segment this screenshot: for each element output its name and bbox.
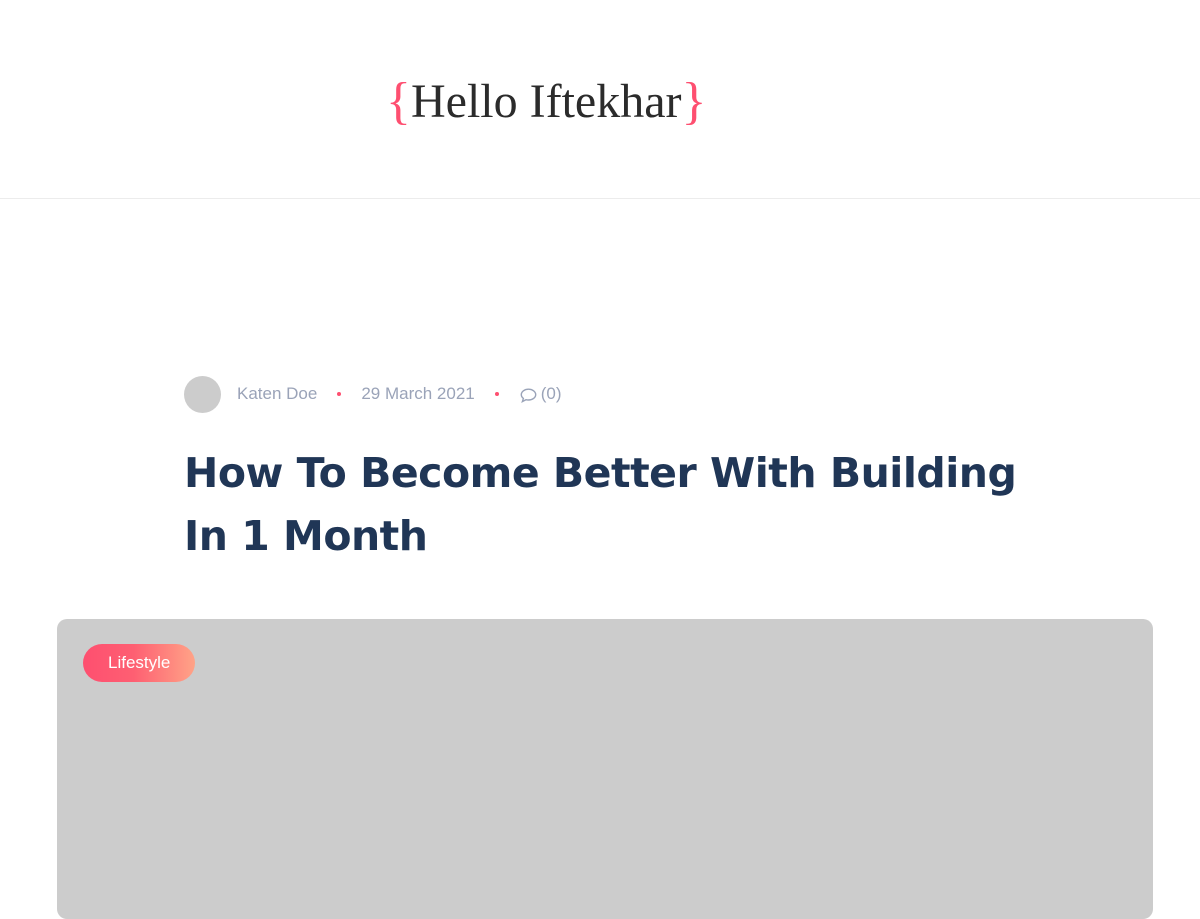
site-logo[interactable]: { Hello Iftekhar } <box>386 70 706 134</box>
logo-close-brace: } <box>681 73 707 130</box>
category-badge[interactable]: Lifestyle <box>83 644 196 682</box>
author-link[interactable]: Katen Doe <box>237 384 317 404</box>
post-title: How To Become Better With Building In 1 … <box>184 449 1017 560</box>
speech-bubble-icon <box>520 387 537 403</box>
meta-separator <box>337 392 342 396</box>
meta-separator <box>494 392 499 396</box>
comments-count: (0) <box>540 384 562 403</box>
site-header: { Hello Iftekhar } <box>0 0 1200 199</box>
logo-text: Hello Iftekhar <box>410 75 682 128</box>
logo-open-brace: { <box>386 73 411 130</box>
author-avatar[interactable] <box>184 375 221 413</box>
comments-link[interactable]: (0) <box>519 384 562 404</box>
featured-image: Lifestyle <box>57 619 1153 919</box>
post-meta: Katen Doe 29 March 2021 (0) <box>184 375 562 413</box>
post-date: 29 March 2021 <box>361 384 475 403</box>
